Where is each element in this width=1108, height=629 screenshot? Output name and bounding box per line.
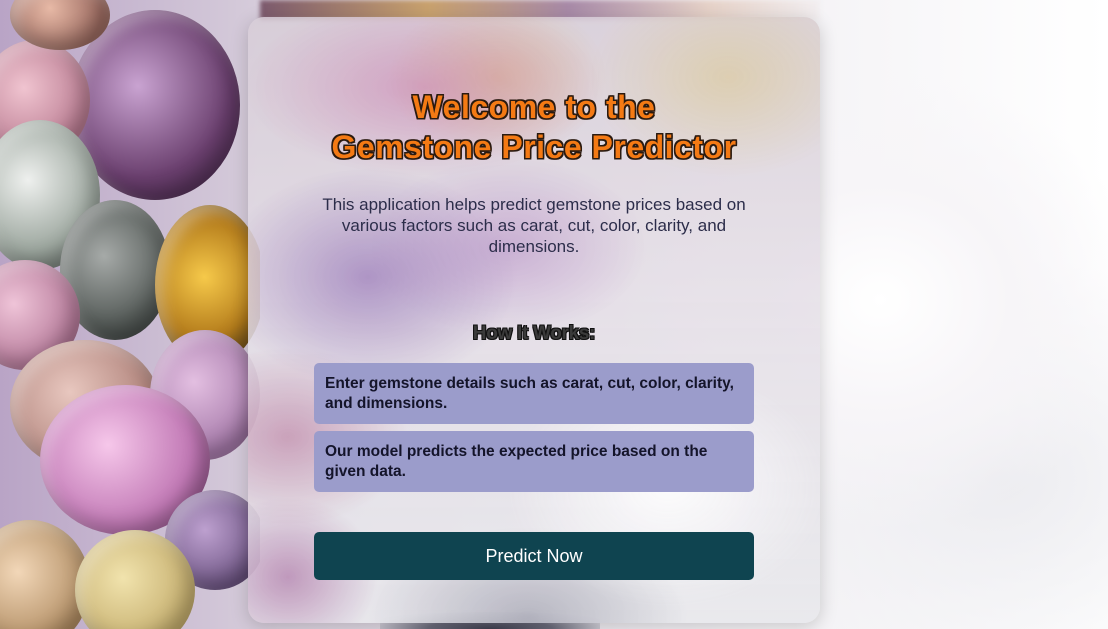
step-2-text: Our model predicts the expected price ba… [325, 442, 708, 480]
page-title: Welcome to the Gemstone Price Predictor [248, 87, 820, 167]
predict-now-button[interactable]: Predict Now [314, 532, 754, 580]
how-it-works-step-1: Enter gemstone details such as carat, cu… [314, 363, 754, 424]
title-line-2: Gemstone Price Predictor [331, 129, 737, 165]
background-gemstones-left [0, 0, 260, 629]
page: { "title": { "line1": "Welcome to the", … [0, 0, 1108, 629]
main-card: Welcome to the Gemstone Price Predictor … [248, 17, 820, 623]
how-it-works-step-2: Our model predicts the expected price ba… [314, 431, 754, 492]
how-it-works-heading: How It Works: [472, 323, 596, 344]
app-description: This application helps predict gemstone … [322, 195, 746, 256]
step-1-text: Enter gemstone details such as carat, cu… [325, 374, 734, 412]
title-line-1: Welcome to the [412, 89, 656, 125]
